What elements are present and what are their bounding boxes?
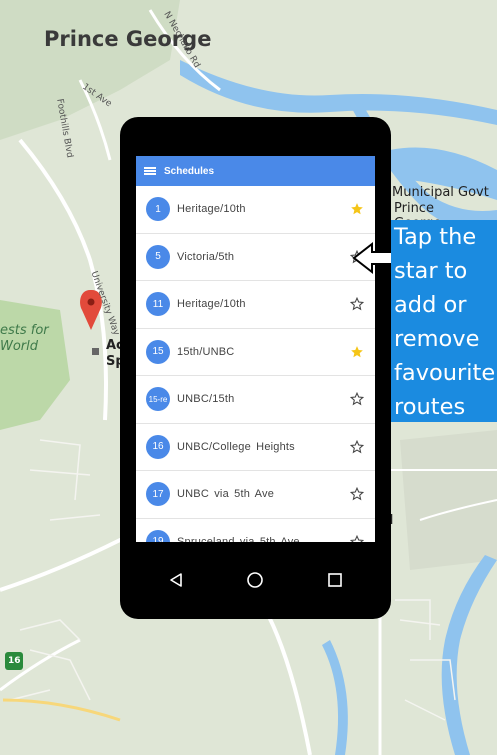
app-title: Schedules bbox=[164, 165, 215, 177]
route-number-badge: 15-re bbox=[146, 387, 170, 412]
recents-square-icon bbox=[328, 573, 342, 587]
route-name: UNBC/15th bbox=[177, 393, 235, 406]
route-name: UNBC via 5th Ave bbox=[177, 488, 275, 501]
route-name: Heritage/10th bbox=[177, 298, 246, 311]
callout-arrow-icon bbox=[352, 241, 395, 275]
route-name: 15th/UNBC bbox=[177, 345, 235, 358]
route-name: UNBC/College Heights bbox=[177, 440, 295, 453]
route-row[interactable]: 16 UNBC/College Heights bbox=[136, 424, 375, 471]
route-name: Spruceland via 5th Ave bbox=[177, 535, 300, 542]
route-number-badge: 19 bbox=[146, 529, 170, 542]
route-number-badge: 5 bbox=[146, 244, 170, 269]
poi-label-municipal: Municipal Govt bbox=[392, 185, 489, 200]
route-row[interactable]: 15 15th/UNBC bbox=[136, 329, 375, 376]
route-row[interactable]: 5 Victoria/5th bbox=[136, 234, 375, 281]
route-number-badge: 1 bbox=[146, 197, 170, 222]
route-row[interactable]: 17 UNBC via 5th Ave bbox=[136, 471, 375, 519]
route-row[interactable]: 15-re UNBC/15th bbox=[136, 376, 375, 424]
poi-marker-icon[interactable] bbox=[92, 348, 99, 355]
park-label-2: World bbox=[0, 339, 39, 354]
star-filled-icon[interactable] bbox=[350, 202, 364, 216]
phone-frame: Schedules 1 Heritage/10th 5 Victoria/5th 11 H… bbox=[120, 117, 391, 619]
route-number-badge: 16 bbox=[146, 434, 170, 459]
star-filled-icon[interactable] bbox=[350, 345, 364, 359]
hamburger-menu-icon[interactable] bbox=[136, 166, 164, 177]
star-outline-icon[interactable] bbox=[350, 392, 364, 406]
route-row[interactable]: 11 Heritage/10th bbox=[136, 281, 375, 329]
route-number-badge: 15 bbox=[146, 339, 170, 364]
route-number-badge: 17 bbox=[146, 482, 170, 507]
system-nav-bar bbox=[136, 557, 375, 603]
route-name: Victoria/5th bbox=[177, 250, 235, 263]
app-bar: Schedules bbox=[136, 156, 375, 186]
park-label-1: ests for bbox=[0, 323, 49, 338]
highway-shield-number: 16 bbox=[8, 656, 21, 666]
route-row[interactable]: 19 Spruceland via 5th Ave bbox=[136, 519, 375, 542]
route-row[interactable]: 1 Heritage/10th bbox=[136, 186, 375, 234]
instruction-callout: Tap the star to add or remove favourite … bbox=[391, 220, 497, 422]
back-button[interactable] bbox=[156, 560, 196, 600]
app-screen: Schedules 1 Heritage/10th 5 Victoria/5th 11 H… bbox=[136, 156, 375, 542]
recents-button[interactable] bbox=[315, 560, 355, 600]
route-list: 1 Heritage/10th 5 Victoria/5th 11 Heritage/10… bbox=[136, 186, 375, 542]
star-outline-icon[interactable] bbox=[350, 297, 364, 311]
star-outline-icon[interactable] bbox=[350, 487, 364, 501]
back-triangle-icon bbox=[170, 573, 182, 587]
route-number-badge: 11 bbox=[146, 292, 170, 317]
star-outline-icon[interactable] bbox=[350, 534, 364, 542]
star-outline-icon[interactable] bbox=[350, 439, 364, 454]
home-button[interactable] bbox=[235, 560, 275, 600]
home-circle-icon bbox=[247, 572, 264, 588]
route-name: Heritage/10th bbox=[177, 203, 246, 216]
